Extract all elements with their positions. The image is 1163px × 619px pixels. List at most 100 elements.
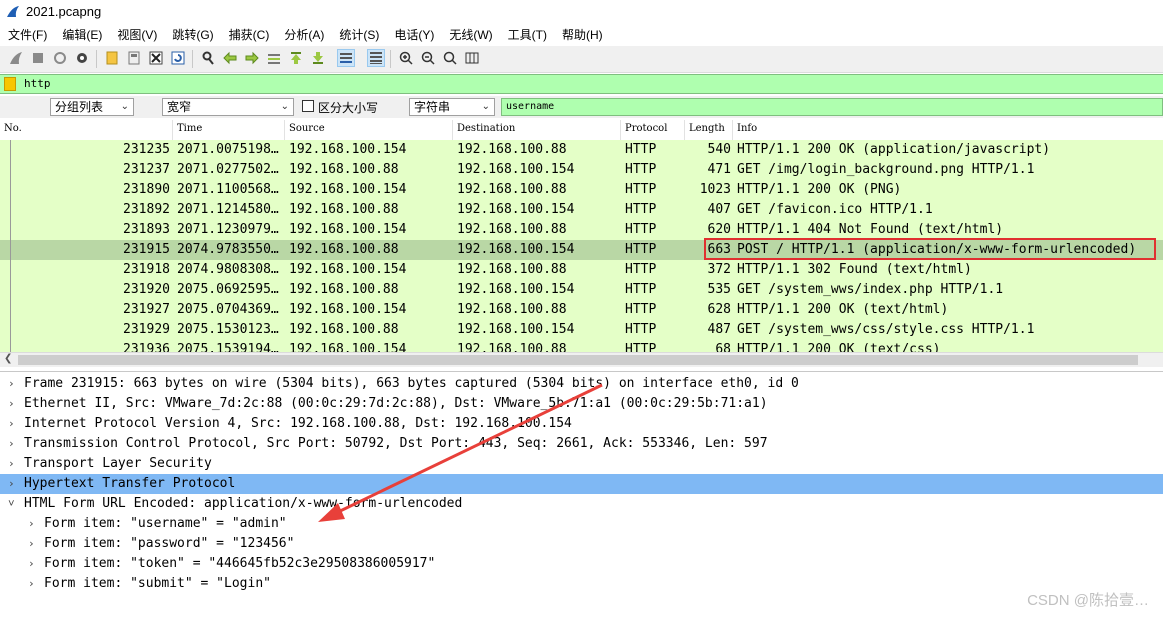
collapsed-arrow-icon[interactable]: ›	[8, 414, 20, 434]
collapsed-arrow-icon[interactable]: ›	[28, 554, 40, 574]
go-to-packet-icon[interactable]	[266, 50, 282, 66]
menu-item[interactable]: 电话(Y)	[386, 24, 441, 46]
colorize-list-icon[interactable]	[367, 49, 385, 67]
detail-tree-item[interactable]: › Ethernet II, Src: VMware_7d:2c:88 (00:0…	[0, 394, 1163, 414]
detail-tree-item[interactable]: › Transmission Control Protocol, Src Port…	[0, 434, 1163, 454]
collapsed-arrow-icon[interactable]: ›	[8, 454, 20, 474]
capture-options-icon[interactable]	[74, 50, 90, 66]
packet-row[interactable]: 231936 2075.1539194… 192.168.100.154 192.16…	[0, 340, 1163, 352]
close-file-icon[interactable]	[148, 50, 164, 66]
detail-tree-item[interactable]: › Form item: "submit" = "Login"	[0, 574, 1163, 594]
packet-row[interactable]: 231893 2071.1230979… 192.168.100.154 192.16…	[0, 220, 1163, 240]
packet-cell-proto: HTTP	[625, 242, 657, 257]
column-header-destination[interactable]: Destination	[457, 123, 515, 134]
packet-cell-proto: HTTP	[625, 282, 657, 297]
packet-cell-no: 231920	[123, 282, 170, 297]
menu-item[interactable]: 跳转(G)	[164, 24, 220, 46]
column-header-time[interactable]: Time	[177, 123, 202, 134]
go-forward-icon[interactable]	[244, 50, 260, 66]
autoscroll-icon[interactable]	[337, 49, 355, 67]
zoom-in-icon[interactable]	[398, 50, 414, 66]
detail-tree-item[interactable]: › Internet Protocol Version 4, Src: 192.1…	[0, 414, 1163, 434]
packet-cell-src: 192.168.100.88	[289, 322, 399, 337]
zoom-out-icon[interactable]	[420, 50, 436, 66]
search-string-input[interactable]: username	[501, 98, 1163, 116]
column-header-length[interactable]: Length	[689, 123, 725, 134]
packet-row[interactable]: 231890 2071.1100568… 192.168.100.154 192.16…	[0, 180, 1163, 200]
packet-list[interactable]: No. Time Source Destination Protocol Len…	[0, 120, 1163, 352]
detail-tree-item[interactable]: › Form item: "token" = "446645fb52c3e2950…	[0, 554, 1163, 574]
column-separator[interactable]	[172, 120, 173, 140]
find-packet-icon[interactable]	[200, 50, 216, 66]
bookmark-icon[interactable]	[4, 77, 16, 91]
packet-row[interactable]: 231927 2075.0704369… 192.168.100.154 192.16…	[0, 300, 1163, 320]
save-file-icon[interactable]	[126, 50, 142, 66]
collapsed-arrow-icon[interactable]: ›	[28, 534, 40, 554]
detail-tree-item[interactable]: › Hypertext Transfer Protocol	[0, 474, 1163, 494]
detail-tree-item[interactable]: › Form item: "password" = "123456"	[0, 534, 1163, 554]
search-scope-select[interactable]: 分组列表 ⌄	[50, 98, 134, 116]
menu-item[interactable]: 捕获(C)	[221, 24, 277, 46]
detail-tree-label: Hypertext Transfer Protocol	[24, 476, 236, 491]
restart-capture-icon[interactable]	[52, 50, 68, 66]
column-separator[interactable]	[452, 120, 453, 140]
detail-tree-item[interactable]: › Frame 231915: 663 bytes on wire (5304 b…	[0, 374, 1163, 394]
related-packet-line	[10, 340, 11, 352]
packet-row[interactable]: 231920 2075.0692595… 192.168.100.88 192.168…	[0, 280, 1163, 300]
menu-item[interactable]: 分析(A)	[276, 24, 331, 46]
collapsed-arrow-icon[interactable]: ›	[28, 574, 40, 594]
horizontal-scrollbar[interactable]: ❮	[0, 352, 1163, 367]
display-filter-input[interactable]: http	[24, 77, 51, 90]
menu-item[interactable]: 无线(W)	[441, 24, 499, 46]
detail-tree-item[interactable]: › Form item: "username" = "admin"	[0, 514, 1163, 534]
collapsed-arrow-icon[interactable]: ›	[8, 474, 20, 494]
column-separator[interactable]	[684, 120, 685, 140]
stop-capture-icon[interactable]	[30, 50, 46, 66]
menu-item[interactable]: 统计(S)	[331, 24, 386, 46]
charset-select[interactable]: 宽窄 ⌄	[162, 98, 294, 116]
search-type-select[interactable]: 字符串 ⌄	[409, 98, 495, 116]
packet-cell-info: HTTP/1.1 200 OK (text/html)	[737, 302, 949, 317]
column-separator[interactable]	[620, 120, 621, 140]
collapsed-arrow-icon[interactable]: ›	[8, 434, 20, 454]
packet-details-pane[interactable]: › Frame 231915: 663 bytes on wire (5304 b…	[0, 371, 1163, 619]
collapsed-arrow-icon[interactable]: ›	[28, 514, 40, 534]
detail-tree-label: Frame 231915: 663 bytes on wire (5304 bi…	[24, 376, 799, 391]
display-filter-bar[interactable]: http	[0, 74, 1163, 94]
packet-row[interactable]: 231235 2071.0075198… 192.168.100.154 192.16…	[0, 140, 1163, 160]
packet-cell-no: 231918	[123, 262, 170, 277]
detail-tree-item[interactable]: ˅ HTML Form URL Encoded: application/x-ww…	[0, 494, 1163, 514]
start-capture-icon[interactable]	[8, 50, 24, 66]
packet-row[interactable]: 231892 2071.1214580… 192.168.100.88 192.168…	[0, 200, 1163, 220]
reload-file-icon[interactable]	[170, 50, 186, 66]
scroll-left-icon[interactable]: ❮	[4, 353, 12, 364]
case-sensitive-checkbox[interactable]	[302, 100, 314, 112]
packet-row[interactable]: 231918 2074.9808308… 192.168.100.154 192.16…	[0, 260, 1163, 280]
collapsed-arrow-icon[interactable]: ›	[8, 394, 20, 414]
column-header-source[interactable]: Source	[289, 123, 325, 134]
go-last-packet-icon[interactable]	[310, 50, 326, 66]
menu-item[interactable]: 帮助(H)	[554, 24, 610, 46]
packet-row[interactable]: 231237 2071.0277502… 192.168.100.88 192.168…	[0, 160, 1163, 180]
menu-item[interactable]: 工具(T)	[500, 24, 554, 46]
expanded-arrow-icon[interactable]: ˅	[8, 494, 20, 514]
open-file-icon[interactable]	[104, 50, 120, 66]
scrollbar-thumb[interactable]	[18, 355, 1138, 365]
menu-item[interactable]: 文件(F)	[0, 24, 54, 46]
go-back-icon[interactable]	[222, 50, 238, 66]
normal-size-icon[interactable]	[442, 50, 458, 66]
packet-row[interactable]: 231929 2075.1530123… 192.168.100.88 192.168…	[0, 320, 1163, 340]
packet-cell-info: HTTP/1.1 200 OK (text/css)	[737, 342, 941, 352]
column-header-info[interactable]: Info	[737, 123, 757, 134]
column-separator[interactable]	[732, 120, 733, 140]
column-header-no[interactable]: No.	[4, 123, 22, 134]
detail-tree-item[interactable]: › Transport Layer Security	[0, 454, 1163, 474]
column-header-protocol[interactable]: Protocol	[625, 123, 667, 134]
menu-item[interactable]: 编辑(E)	[54, 24, 109, 46]
collapsed-arrow-icon[interactable]: ›	[8, 374, 20, 394]
resize-columns-icon[interactable]	[464, 50, 480, 66]
column-separator[interactable]	[284, 120, 285, 140]
menu-item[interactable]: 视图(V)	[109, 24, 164, 46]
detail-tree-label: Form item: "token" = "446645fb52c3e29508…	[44, 556, 436, 571]
go-first-packet-icon[interactable]	[288, 50, 304, 66]
